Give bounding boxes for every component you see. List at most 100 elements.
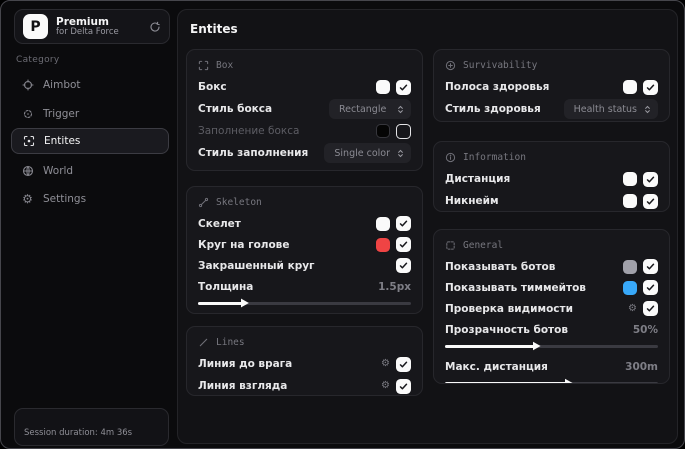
checkbox-checked[interactable] bbox=[396, 216, 411, 231]
color-swatch[interactable] bbox=[376, 124, 390, 138]
color-swatch[interactable] bbox=[623, 259, 637, 274]
card-box: Box Бокс Стиль бокса Rectangle Заполнени… bbox=[186, 49, 423, 171]
card-lines: Lines Линия до врага ⚙ Линия взгляда ⚙ bbox=[186, 326, 423, 396]
globe-icon bbox=[21, 165, 34, 177]
thickness-value: 1.5px bbox=[378, 280, 411, 293]
setting-row-fill-style: Стиль заполнения Single color bbox=[198, 142, 411, 164]
setting-row-view-line: Линия взгляда ⚙ bbox=[198, 375, 411, 395]
card-header-label: General bbox=[463, 240, 504, 251]
checkbox-checked[interactable] bbox=[396, 237, 411, 252]
brand-logo-letter: P bbox=[30, 18, 41, 35]
gear-icon: ⚙ bbox=[22, 192, 33, 206]
page-title: Entites bbox=[190, 22, 238, 36]
sidebar-item-label: World bbox=[43, 165, 74, 177]
fill-style-select[interactable]: Single color bbox=[324, 143, 411, 163]
setting-row-nickname: Никнейм bbox=[445, 190, 658, 211]
brand-title: Premium bbox=[56, 15, 109, 28]
diagonal-line-icon bbox=[198, 337, 209, 348]
sidebar-item-aimbot[interactable]: Aimbot bbox=[11, 72, 169, 98]
crosshair-icon bbox=[21, 79, 34, 91]
bot-opacity-slider[interactable] bbox=[445, 341, 658, 351]
checkbox-checked[interactable] bbox=[643, 171, 658, 187]
trigger-scope-icon bbox=[21, 108, 34, 120]
setting-row-show-bots: Показывать ботов bbox=[445, 256, 658, 277]
color-swatch[interactable] bbox=[623, 172, 637, 186]
gear-icon[interactable]: ⚙ bbox=[381, 359, 390, 369]
setting-row-health-style: Стиль здоровья Health status bbox=[445, 98, 658, 120]
info-circle-icon bbox=[445, 152, 456, 163]
sidebar-item-label: Aimbot bbox=[43, 79, 81, 91]
category-label: Category bbox=[16, 55, 60, 65]
checkbox-checked[interactable] bbox=[396, 378, 411, 394]
setting-row-box-fill: Заполнение бокса bbox=[198, 120, 411, 142]
entity-scan-icon bbox=[22, 135, 35, 147]
gear-icon[interactable]: ⚙ bbox=[628, 303, 637, 314]
card-general: General Показывать ботов Показывать тимм… bbox=[433, 229, 670, 384]
reload-icon[interactable] bbox=[149, 21, 161, 33]
checkbox-checked[interactable] bbox=[643, 301, 658, 316]
setting-row-bot-opacity: Прозрачность ботов 50% bbox=[445, 323, 658, 336]
session-box: Session duration: 4m 36s bbox=[14, 408, 169, 446]
chevron-up-down-icon bbox=[643, 105, 652, 114]
card-header-label: Survivability bbox=[463, 60, 538, 71]
setting-row-box: Бокс bbox=[198, 76, 411, 98]
setting-row-thickness: Толщина 1.5px bbox=[198, 280, 411, 293]
card-information: Information Дистанция Никнейм bbox=[433, 141, 670, 212]
setting-row-skeleton: Скелет bbox=[198, 213, 411, 234]
setting-row-box-style: Стиль бокса Rectangle bbox=[198, 98, 411, 120]
slider-thumb[interactable] bbox=[564, 378, 573, 383]
sidebar: P Premium for Delta Force Category Aimbo… bbox=[1, 1, 177, 448]
setting-row-visibility-check: Проверка видимости ⚙ bbox=[445, 298, 658, 319]
color-swatch[interactable] bbox=[623, 194, 637, 208]
setting-row-filled-circle: Закрашенный круг bbox=[198, 255, 411, 276]
sidebar-item-trigger[interactable]: Trigger bbox=[11, 101, 169, 127]
box-style-select[interactable]: Rectangle bbox=[329, 99, 411, 119]
card-header-label: Skeleton bbox=[216, 197, 262, 208]
sidebar-item-label: Trigger bbox=[43, 108, 80, 120]
color-swatch[interactable] bbox=[376, 216, 390, 231]
setting-row-show-teammates: Показывать тиммейтов bbox=[445, 277, 658, 298]
sidebar-item-label: Settings bbox=[43, 193, 87, 205]
slider-thumb[interactable] bbox=[240, 298, 249, 308]
app-window: P Premium for Delta Force Category Aimbo… bbox=[0, 0, 685, 449]
slider-thumb[interactable] bbox=[532, 341, 541, 351]
health-style-select[interactable]: Health status bbox=[563, 99, 658, 119]
sidebar-item-label: Entites bbox=[44, 135, 81, 147]
sidebar-item-world[interactable]: World bbox=[11, 158, 169, 184]
box-brackets-icon bbox=[198, 60, 209, 71]
card-header-label: Information bbox=[463, 152, 526, 163]
checkbox-checked[interactable] bbox=[643, 193, 658, 209]
bot-opacity-value: 50% bbox=[632, 323, 658, 336]
checkbox-checked[interactable] bbox=[396, 79, 411, 95]
sidebar-item-settings[interactable]: ⚙ Settings bbox=[11, 186, 169, 212]
card-survivability: Survivability Полоса здоровья Стиль здор… bbox=[433, 49, 670, 122]
brand-card: P Premium for Delta Force bbox=[14, 9, 170, 44]
checkbox-checked[interactable] bbox=[643, 79, 658, 95]
checkbox-checked[interactable] bbox=[396, 356, 411, 372]
card-header-label: Box bbox=[216, 60, 234, 71]
color-swatch[interactable] bbox=[376, 80, 390, 94]
bone-icon bbox=[198, 197, 209, 208]
checkbox-checked[interactable] bbox=[643, 259, 658, 274]
health-circle-icon bbox=[445, 60, 456, 71]
max-distance-slider[interactable] bbox=[445, 378, 658, 383]
session-duration-text: Session duration: 4m 36s bbox=[24, 428, 133, 438]
max-distance-value: 300m bbox=[625, 360, 658, 373]
checkbox-unchecked[interactable] bbox=[396, 123, 411, 139]
gear-icon[interactable]: ⚙ bbox=[381, 381, 390, 391]
sidebar-item-entites[interactable]: Entites bbox=[11, 128, 169, 154]
checkbox-checked[interactable] bbox=[643, 280, 658, 295]
color-swatch[interactable] bbox=[623, 280, 637, 295]
brand-subtitle: for Delta Force bbox=[56, 26, 119, 37]
dashed-square-icon bbox=[445, 240, 456, 251]
thickness-slider[interactable] bbox=[198, 298, 411, 308]
chevron-up-down-icon bbox=[396, 149, 405, 158]
card-skeleton: Skeleton Скелет Круг на голове Закрашенн… bbox=[186, 186, 423, 314]
setting-row-health-bar: Полоса здоровья bbox=[445, 76, 658, 98]
chevron-up-down-icon bbox=[396, 105, 405, 114]
color-swatch[interactable] bbox=[623, 80, 637, 94]
color-swatch[interactable] bbox=[376, 237, 390, 252]
setting-row-max-distance: Макс. дистанция 300m bbox=[445, 360, 658, 373]
brand-logo: P bbox=[23, 14, 48, 39]
checkbox-checked[interactable] bbox=[396, 258, 411, 273]
